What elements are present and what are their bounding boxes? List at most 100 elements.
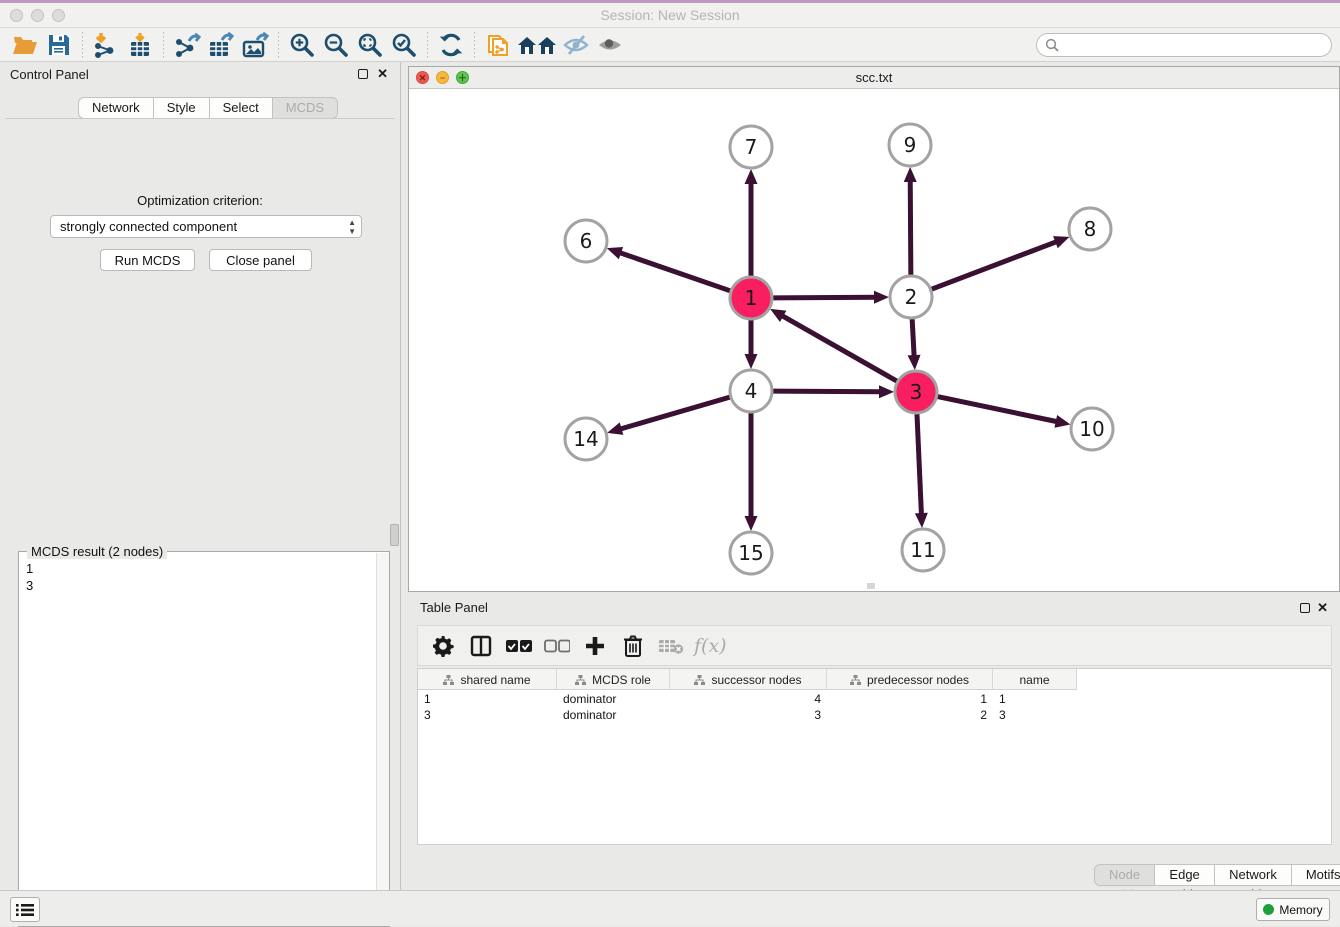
zoom-network-button[interactable]: ＋ xyxy=(456,71,469,84)
graph-node-label: 10 xyxy=(1079,417,1104,441)
show-all-eye-icon xyxy=(596,33,624,57)
import-table-button[interactable] xyxy=(123,30,157,60)
column-header-MCDS-role[interactable]: MCDS role xyxy=(557,669,670,690)
edge-2-3[interactable] xyxy=(912,319,914,358)
edge-3-11[interactable] xyxy=(917,414,922,516)
edge-1-6[interactable] xyxy=(618,252,730,291)
close-window-button[interactable] xyxy=(10,9,23,22)
import-network-button[interactable] xyxy=(89,30,123,60)
export-table-button[interactable] xyxy=(204,30,238,60)
zoom-fit-button[interactable] xyxy=(353,30,387,60)
main-toolbar xyxy=(0,28,1340,62)
zoom-out-button[interactable] xyxy=(319,30,353,60)
add-column-button[interactable] xyxy=(578,629,612,663)
network-scroll-grip[interactable] xyxy=(867,583,875,589)
column-header-predecessor-nodes[interactable]: predecessor nodes xyxy=(827,669,993,690)
edge-3-10[interactable] xyxy=(938,397,1059,422)
open-folder-button[interactable] xyxy=(8,30,42,60)
minimize-window-button[interactable] xyxy=(31,9,44,22)
close-panel-icon[interactable]: ✕ xyxy=(377,68,388,80)
hide-selected-button[interactable] xyxy=(559,30,593,60)
node-table[interactable]: shared nameMCDS role successor nodes prede… xyxy=(417,668,1332,845)
panel-divider-grip[interactable] xyxy=(390,524,399,546)
search-input[interactable] xyxy=(1064,37,1323,52)
edge-4-3[interactable] xyxy=(773,391,882,392)
tab-motifs[interactable]: Motifs xyxy=(1292,864,1340,886)
table-cell[interactable]: 3 xyxy=(993,707,1077,723)
edge-2-9[interactable] xyxy=(910,179,911,275)
column-header-shared-name[interactable]: shared name xyxy=(418,669,557,690)
edge-arrowhead xyxy=(879,385,894,398)
table-cell[interactable]: dominator xyxy=(557,691,670,707)
graph-node-label: 9 xyxy=(904,133,917,157)
table-row[interactable]: 3dominator323 xyxy=(418,707,1077,723)
float-table-panel-icon[interactable] xyxy=(1300,603,1310,613)
edge-arrowhead xyxy=(1053,236,1069,248)
edge-2-8[interactable] xyxy=(932,241,1059,289)
tab-mcds[interactable]: MCDS xyxy=(273,97,338,119)
zoom-in-button[interactable] xyxy=(285,30,319,60)
deselect-all-unchecked-icon xyxy=(544,639,570,653)
network-graph-canvas[interactable]: 7968124314101511 xyxy=(409,89,1339,591)
import-table-icon xyxy=(127,32,153,58)
table-cell[interactable]: 3 xyxy=(418,707,557,723)
table-cell[interactable]: 1 xyxy=(418,691,557,707)
column-header-successor-nodes[interactable]: successor nodes xyxy=(670,669,827,690)
memory-status-dot xyxy=(1263,904,1274,915)
show-columns-button[interactable] xyxy=(464,629,498,663)
save-session-button[interactable] xyxy=(42,30,76,60)
table-cell[interactable]: 1 xyxy=(827,691,993,707)
mcds-result-scrollbar[interactable] xyxy=(376,553,389,925)
edge-4-14[interactable] xyxy=(619,397,730,429)
memory-button[interactable]: Memory xyxy=(1256,898,1330,921)
maximize-window-button[interactable] xyxy=(52,9,65,22)
float-panel-icon[interactable] xyxy=(358,69,368,79)
tab-select[interactable]: Select xyxy=(210,97,273,119)
refresh-icon xyxy=(438,32,464,58)
tab-style[interactable]: Style xyxy=(154,97,210,119)
table-cell[interactable]: dominator xyxy=(557,707,670,723)
tab-edge-table[interactable]: Edge Table xyxy=(1155,864,1215,886)
table-cell[interactable]: 4 xyxy=(670,691,827,707)
edge-3-1[interactable] xyxy=(781,315,897,381)
search-field[interactable] xyxy=(1036,33,1332,57)
clone-network-button[interactable] xyxy=(481,30,515,60)
close-panel-button[interactable]: Close panel xyxy=(209,249,312,271)
tab-network-table[interactable]: Network Table xyxy=(1215,864,1292,886)
minimize-network-button[interactable]: − xyxy=(436,71,449,84)
window-controls[interactable] xyxy=(10,9,65,22)
close-network-button[interactable]: ✕ xyxy=(416,71,429,84)
delete-column-button[interactable] xyxy=(616,629,650,663)
column-header-label: successor nodes xyxy=(711,673,801,687)
optimization-criterion-select[interactable]: strongly connected component ▲▼ xyxy=(50,215,362,238)
export-network-button[interactable] xyxy=(170,30,204,60)
tab-network[interactable]: Network xyxy=(78,97,154,119)
column-header-name[interactable]: name xyxy=(993,669,1077,690)
network-window-controls[interactable]: ✕ − ＋ xyxy=(416,71,469,84)
export-table-icon xyxy=(207,32,235,58)
show-all-button[interactable] xyxy=(593,30,627,60)
table-cell[interactable]: 1 xyxy=(993,691,1077,707)
first-neighbors-button[interactable] xyxy=(515,30,559,60)
table-cell[interactable]: 3 xyxy=(670,707,827,723)
table-cell[interactable]: 2 xyxy=(827,707,993,723)
toolbar-separator xyxy=(278,32,279,58)
zoom-selected-button[interactable] xyxy=(387,30,421,60)
deselect-all-button[interactable] xyxy=(540,629,574,663)
toggle-control-panel-button[interactable] xyxy=(10,897,40,922)
control-panel: Control Panel ✕ Network Style Select MCD… xyxy=(0,62,401,890)
graph-node-label: 2 xyxy=(905,285,918,309)
table-settings-button[interactable] xyxy=(426,629,460,663)
edge-arrowhead xyxy=(908,355,921,370)
edge-arrowhead xyxy=(745,169,758,184)
apply-layout-button[interactable] xyxy=(434,30,468,60)
export-image-icon xyxy=(241,32,269,58)
close-table-panel-icon[interactable]: ✕ xyxy=(1317,602,1328,614)
export-image-button[interactable] xyxy=(238,30,272,60)
tab-node-table[interactable]: Node Table xyxy=(1094,864,1155,886)
select-all-button[interactable] xyxy=(502,629,536,663)
toolbar-separator xyxy=(82,32,83,58)
run-mcds-button[interactable]: Run MCDS xyxy=(100,249,195,271)
table-row[interactable]: 1dominator411 xyxy=(418,691,1077,707)
edge-1-2[interactable] xyxy=(773,297,877,298)
